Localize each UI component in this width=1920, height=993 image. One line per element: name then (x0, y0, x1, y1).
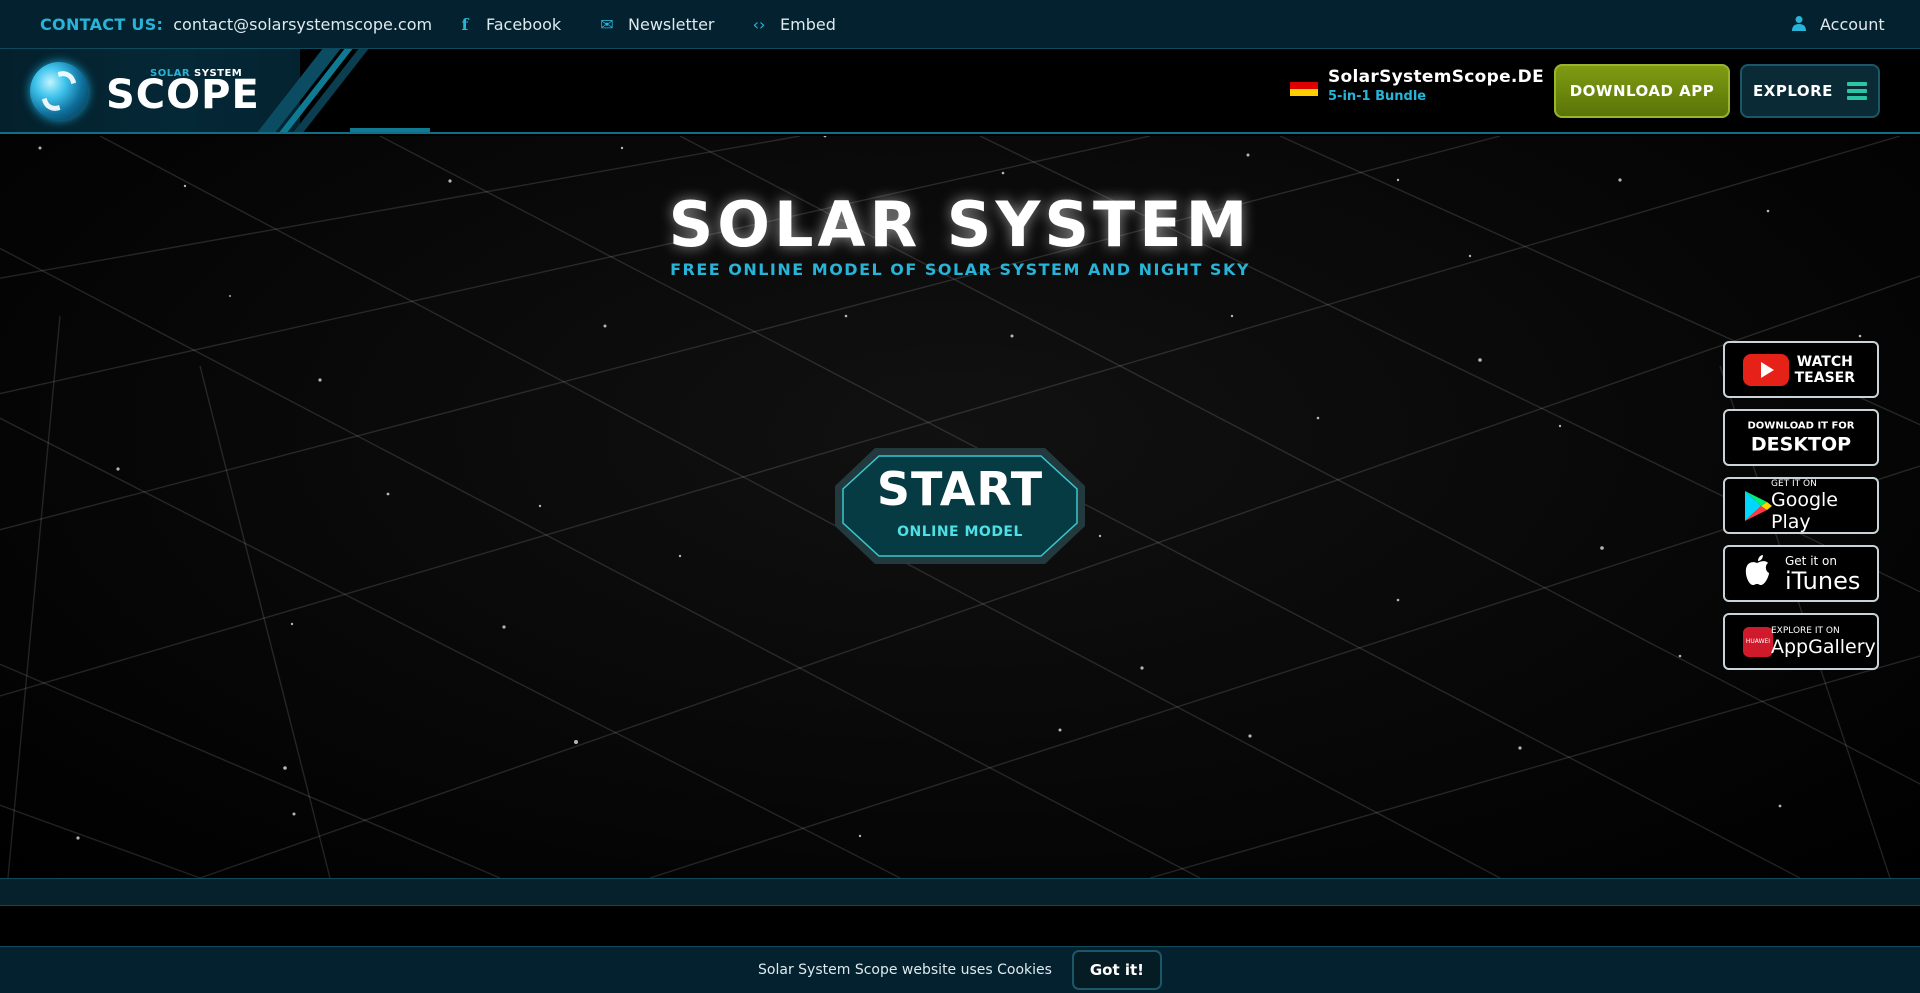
hero-section: SOLAR SYSTEM FREE ONLINE MODEL OF SOLAR … (0, 136, 1920, 878)
download-app-button[interactable]: DOWNLOAD APP (1554, 64, 1730, 118)
explore-label: EXPLORE (1753, 82, 1833, 100)
logo[interactable]: SOLAR SYSTEM SCOPE (0, 49, 300, 132)
embed-link[interactable]: ‹› Embed (750, 0, 836, 49)
menu-icon (1846, 82, 1867, 100)
apple-icon (1743, 554, 1771, 594)
huawei-icon: HUAWEI (1743, 626, 1773, 657)
cookie-text: Solar System Scope website uses Cookies (758, 962, 1052, 978)
online-model-label: ONLINE MODEL (897, 524, 1023, 540)
newsletter-label: Newsletter (628, 15, 715, 34)
newsletter-link[interactable]: ✉ Newsletter (598, 0, 715, 49)
germany-flag-icon (1290, 75, 1318, 96)
teaser-line1: WATCH (1796, 353, 1853, 370)
main-header: SOLAR SYSTEM SCOPE SolarSystemScope.DE 5… (0, 49, 1920, 134)
desktop-big-label: DESKTOP (1750, 433, 1852, 455)
top-bar: CONTACT US: contact@solarsystemscope.com… (0, 0, 1920, 49)
page-subtitle: FREE ONLINE MODEL OF SOLAR SYSTEM AND NI… (670, 260, 1250, 279)
contact-label: CONTACT US: (40, 15, 164, 34)
appgallery-big-label: AppGallery (1771, 635, 1876, 658)
cookie-accept-button[interactable]: Got it! (1071, 950, 1162, 990)
below-fold (0, 906, 1920, 946)
explore-button[interactable]: EXPLORE (1740, 64, 1880, 118)
start-online-model-button[interactable]: START ONLINE MODEL (835, 448, 1085, 564)
google-play-icon (1743, 490, 1773, 522)
account-label: Account (1820, 15, 1885, 34)
itunes-big-label: iTunes (1785, 566, 1861, 595)
teaser-line2: TEASER (1794, 369, 1855, 386)
gplay-big-label: Google Play (1771, 488, 1839, 533)
watch-teaser-button[interactable]: WATCH TEASER (1723, 341, 1879, 398)
appgallery-button[interactable]: HUAWEI EXPLORE IT ON AppGallery (1723, 613, 1879, 670)
decor-stripe (350, 128, 430, 132)
envelope-icon: ✉ (600, 15, 614, 34)
contact-info: CONTACT US: contact@solarsystemscope.com (40, 0, 432, 49)
itunes-button[interactable]: Get it on iTunes (1723, 545, 1879, 602)
section-divider (0, 878, 1920, 906)
facebook-label: Facebook (486, 15, 562, 34)
embed-label: Embed (780, 15, 836, 34)
code-icon: ‹› (752, 15, 766, 34)
side-buttons: WATCH TEASER DOWNLOAD IT FOR DESKTOP GET… (1723, 341, 1879, 681)
contact-email-link[interactable]: contact@solarsystemscope.com (173, 15, 432, 34)
globe-logo-icon (30, 62, 88, 120)
youtube-icon (1743, 353, 1789, 386)
start-label: START (876, 462, 1044, 516)
download-desktop-button[interactable]: DOWNLOAD IT FOR DESKTOP (1723, 409, 1879, 466)
de-site-title: SolarSystemScope.DE (1328, 67, 1545, 87)
cookie-banner: Solar System Scope website uses Cookies … (0, 946, 1920, 993)
google-play-button[interactable]: GET IT ON Google Play (1723, 477, 1879, 534)
german-site-link[interactable]: SolarSystemScope.DE 5-in-1 Bundle (1290, 67, 1544, 104)
user-icon (1790, 15, 1808, 35)
facebook-link[interactable]: f Facebook (456, 0, 562, 49)
de-site-subtitle: 5-in-1 Bundle (1328, 89, 1427, 104)
itunes-small-label: Get it on (1785, 553, 1838, 568)
facebook-icon: f (461, 15, 469, 34)
logo-big-text: SCOPE (106, 72, 260, 118)
page-title: SOLAR SYSTEM (668, 188, 1252, 261)
account-link[interactable]: Account (1790, 0, 1885, 49)
desktop-small-label: DOWNLOAD IT FOR (1747, 420, 1855, 431)
appgallery-small-label: EXPLORE IT ON (1771, 625, 1840, 636)
gplay-small-label: GET IT ON (1771, 478, 1817, 489)
